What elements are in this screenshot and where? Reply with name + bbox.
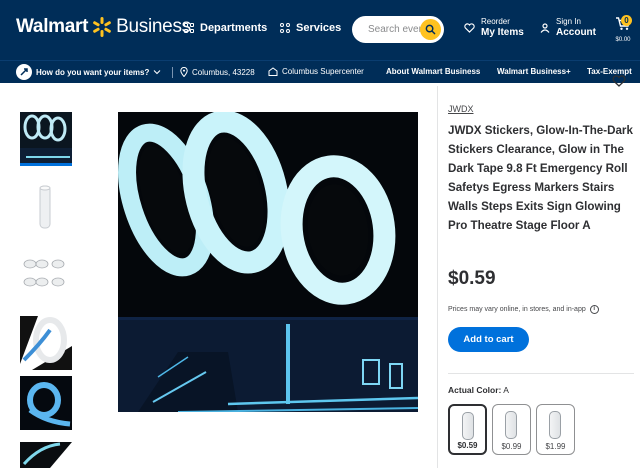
cart-count-badge: 0 xyxy=(621,15,632,26)
account-label: Account xyxy=(556,27,596,38)
logo-suffix: Business xyxy=(116,16,191,37)
account-link[interactable]: Sign In Account xyxy=(540,17,596,38)
fulfillment-icon xyxy=(16,64,32,80)
departments-button[interactable]: Departments xyxy=(184,22,267,34)
thumbnail-tape-roll-angled[interactable] xyxy=(20,316,72,370)
store-icon xyxy=(268,67,278,76)
spark-icon xyxy=(93,17,112,37)
price-note-text: Prices may vary online, in stores, and i… xyxy=(448,306,586,313)
thumbnail-white-tape-roll[interactable] xyxy=(20,180,72,234)
thumbnail-blue-glowing-roll[interactable] xyxy=(20,376,72,430)
variant-option-a[interactable]: $0.59 xyxy=(448,404,487,455)
about-walmart-business-link[interactable]: About Walmart Business xyxy=(386,67,480,76)
user-icon xyxy=(540,22,550,33)
divider xyxy=(172,67,173,78)
fulfillment-selector[interactable]: How do you want your items? xyxy=(16,64,161,80)
heart-icon xyxy=(612,75,626,87)
variant-option-c[interactable]: $1.99 xyxy=(536,404,575,455)
thumbnail-tape-rolls-grid[interactable] xyxy=(20,248,72,302)
divider xyxy=(448,373,634,374)
reorder-big-label: My Items xyxy=(481,27,524,38)
cart-button[interactable]: 0 $0.00 xyxy=(612,15,634,43)
logo-text: Walmart xyxy=(16,16,89,37)
color-label: Actual Color: A xyxy=(448,385,509,395)
chevron-down-icon xyxy=(153,70,161,75)
color-label-text: Actual Color: xyxy=(448,385,502,395)
fulfillment-bar: How do you want your items? Columbus, 43… xyxy=(0,60,640,83)
fulfillment-prompt: How do you want your items? xyxy=(36,67,150,77)
variant-thumbnail xyxy=(549,411,561,439)
price-note: Prices may vary online, in stores, and i… xyxy=(448,305,599,314)
services-label: Services xyxy=(296,22,342,34)
services-button[interactable]: Services xyxy=(280,22,341,34)
favorite-button[interactable] xyxy=(612,74,626,92)
add-to-cart-button[interactable]: Add to cart xyxy=(448,327,529,352)
product-title: JWDX Stickers, Glow-In-The-Dark Stickers… xyxy=(448,124,633,232)
location-pin-icon xyxy=(180,67,188,77)
variant-price: $0.99 xyxy=(501,442,522,451)
store-text: Columbus Supercenter xyxy=(282,67,364,76)
thumbnail-glow-tape-rolls[interactable] xyxy=(20,112,72,166)
grid-icon xyxy=(184,23,194,33)
grid-icon xyxy=(280,23,290,33)
search-bar[interactable]: Search everything xyxy=(352,16,444,43)
variant-thumbnail xyxy=(462,412,474,440)
location-link[interactable]: Columbus, 43228 xyxy=(180,67,255,77)
heart-icon xyxy=(464,22,475,33)
reorder-link[interactable]: Reorder My Items xyxy=(464,17,524,38)
column-divider xyxy=(437,86,438,468)
info-icon[interactable]: i xyxy=(589,305,599,314)
walmart-business-logo[interactable]: Walmart Business xyxy=(16,16,191,38)
location-text: Columbus, 43228 xyxy=(192,67,255,77)
color-value: A xyxy=(503,385,509,395)
product-price: $0.59 xyxy=(448,268,496,289)
top-header: Walmart Business Departments Services Se… xyxy=(0,0,640,60)
departments-label: Departments xyxy=(200,22,268,34)
search-input[interactable]: Search everything xyxy=(368,24,422,35)
variant-thumbnail xyxy=(505,411,517,439)
cart-total: $0.00 xyxy=(615,37,631,43)
main-product-image[interactable] xyxy=(118,112,418,412)
thumbnail-tape-strip[interactable] xyxy=(20,442,72,468)
variant-option-b[interactable]: $0.99 xyxy=(492,404,531,455)
brand-link[interactable]: JWDX xyxy=(448,104,474,114)
walmart-business-plus-link[interactable]: Walmart Business+ xyxy=(497,67,571,76)
variant-price: $1.99 xyxy=(545,442,566,451)
search-icon xyxy=(425,24,436,35)
search-button[interactable] xyxy=(420,19,441,40)
store-link[interactable]: Columbus Supercenter xyxy=(268,67,364,76)
signin-small-label: Sign In xyxy=(556,17,581,26)
variant-price: $0.59 xyxy=(457,441,478,450)
reorder-small-label: Reorder xyxy=(481,17,510,26)
